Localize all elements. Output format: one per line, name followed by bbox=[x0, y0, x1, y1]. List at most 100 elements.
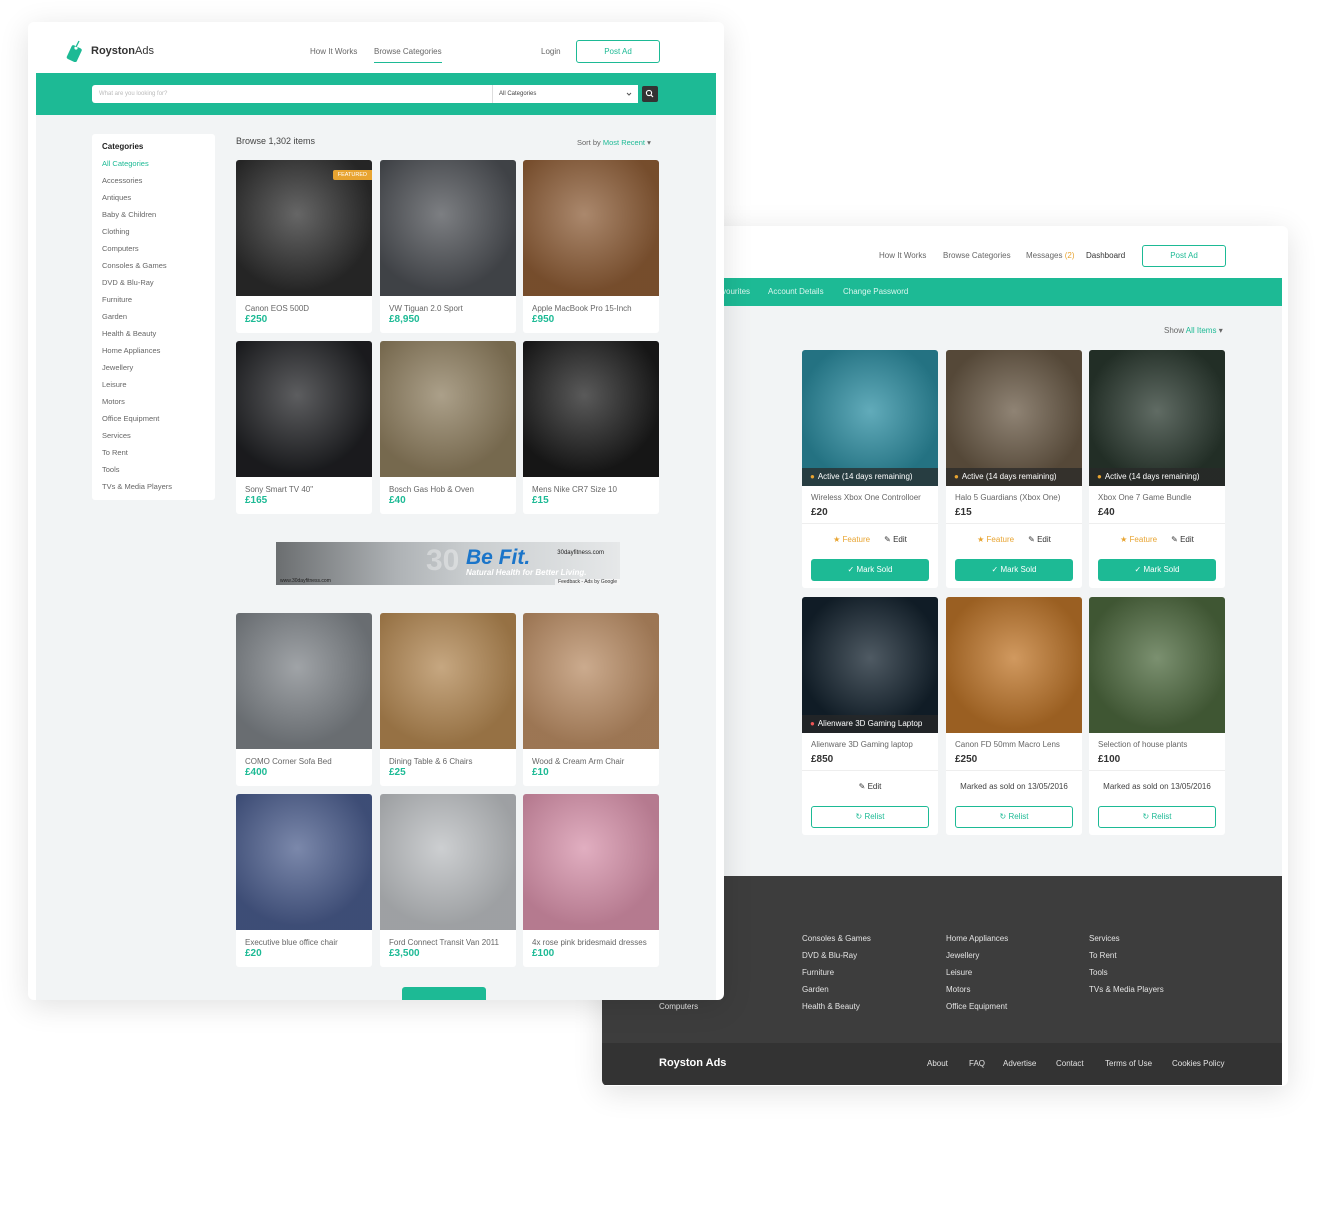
edit-link[interactable]: ✎ Edit bbox=[859, 782, 882, 791]
sort-dropdown[interactable]: Sort by Most Recent ▾ bbox=[577, 138, 651, 147]
my-ad-image[interactable]: ● Active (14 days remaining) bbox=[802, 350, 938, 486]
footer-category-link[interactable]: DVD & Blu-Ray bbox=[802, 951, 857, 960]
footer-category-link[interactable]: Home Appliances bbox=[946, 934, 1008, 943]
show-filter[interactable]: Show All Items ▾ bbox=[1164, 326, 1223, 335]
feature-link[interactable]: ★ Feature bbox=[833, 535, 870, 544]
footer-category-link[interactable]: To Rent bbox=[1089, 951, 1117, 960]
tab-account-details[interactable]: Account Details bbox=[768, 287, 824, 296]
listing-image[interactable] bbox=[380, 341, 516, 477]
listing-image[interactable] bbox=[523, 341, 659, 477]
footer-category-link[interactable]: Jewellery bbox=[946, 951, 979, 960]
subfooter-link[interactable]: About bbox=[927, 1059, 948, 1068]
listing-card[interactable]: Sony Smart TV 40" £165 bbox=[236, 341, 372, 514]
mark-sold-button[interactable]: ✓ Mark Sold bbox=[955, 559, 1073, 581]
listing-image[interactable] bbox=[380, 160, 516, 296]
my-ad-image[interactable]: ● Active (14 days remaining) bbox=[946, 350, 1082, 486]
relist-button[interactable]: ↻ Relist bbox=[811, 806, 929, 828]
nav-browse-categories[interactable]: Browse Categories bbox=[374, 47, 442, 63]
listing-card[interactable]: Dining Table & 6 Chairs £25 bbox=[380, 613, 516, 786]
category-item[interactable]: Health & Beauty bbox=[102, 329, 205, 346]
category-item[interactable]: Baby & Children bbox=[102, 210, 205, 227]
category-item[interactable]: TVs & Media Players bbox=[102, 482, 205, 499]
listing-image[interactable] bbox=[380, 794, 516, 930]
feature-link[interactable]: ★ Feature bbox=[1120, 535, 1157, 544]
footer-category-link[interactable]: Garden bbox=[802, 985, 829, 994]
footer-category-link[interactable]: Computers bbox=[659, 1002, 698, 1011]
relist-button[interactable]: ↻ Relist bbox=[955, 806, 1073, 828]
listing-image[interactable] bbox=[523, 613, 659, 749]
search-input[interactable]: What are you looking for? bbox=[92, 85, 492, 103]
nav-messages[interactable]: Messages (2) bbox=[1026, 251, 1074, 260]
footer-category-link[interactable]: Furniture bbox=[802, 968, 834, 977]
listing-card[interactable]: Executive blue office chair £20 bbox=[236, 794, 372, 967]
my-ad-image[interactable] bbox=[946, 597, 1082, 733]
category-item[interactable]: Tools bbox=[102, 465, 205, 482]
subfooter-link[interactable]: Advertise bbox=[1003, 1059, 1036, 1068]
category-item[interactable]: Clothing bbox=[102, 227, 205, 244]
listing-image[interactable] bbox=[236, 341, 372, 477]
search-button[interactable] bbox=[642, 86, 658, 102]
feature-link[interactable]: ★ Feature bbox=[977, 535, 1014, 544]
category-select[interactable]: All Categories bbox=[492, 85, 638, 103]
category-item[interactable]: Accessories bbox=[102, 176, 205, 193]
listing-card[interactable]: 4x rose pink bridesmaid dresses £100 bbox=[523, 794, 659, 967]
brand-logo-text[interactable]: RoystonAds bbox=[91, 45, 154, 57]
mark-sold-button[interactable]: ✓ Mark Sold bbox=[811, 559, 929, 581]
relist-button[interactable]: ↻ Relist bbox=[1098, 806, 1216, 828]
footer-category-link[interactable]: Health & Beauty bbox=[802, 1002, 860, 1011]
category-item[interactable]: Antiques bbox=[102, 193, 205, 210]
footer-category-link[interactable]: Leisure bbox=[946, 968, 972, 977]
nav-browse-categories[interactable]: Browse Categories bbox=[943, 251, 1011, 260]
nav-dashboard[interactable]: Dashboard bbox=[1086, 251, 1125, 260]
category-item[interactable]: Jewellery bbox=[102, 363, 205, 380]
load-more-button[interactable] bbox=[402, 987, 486, 1000]
listing-card[interactable]: Apple MacBook Pro 15-Inch £950 bbox=[523, 160, 659, 333]
my-ad-image[interactable]: ● Alienware 3D Gaming Laptop bbox=[802, 597, 938, 733]
edit-link[interactable]: ✎ Edit bbox=[1028, 535, 1051, 544]
footer-category-link[interactable]: TVs & Media Players bbox=[1089, 985, 1164, 994]
category-item[interactable]: Furniture bbox=[102, 295, 205, 312]
category-item[interactable]: To Rent bbox=[102, 448, 205, 465]
my-ad-image[interactable]: ● Active (14 days remaining) bbox=[1089, 350, 1225, 486]
tab-favourites[interactable]: vourites bbox=[722, 287, 750, 296]
listing-image[interactable] bbox=[380, 613, 516, 749]
category-item[interactable]: Services bbox=[102, 431, 205, 448]
listing-image[interactable] bbox=[236, 613, 372, 749]
my-ad-image[interactable] bbox=[1089, 597, 1225, 733]
footer-category-link[interactable]: Office Equipment bbox=[946, 1002, 1007, 1011]
subfooter-link[interactable]: FAQ bbox=[969, 1059, 985, 1068]
nav-how-it-works[interactable]: How It Works bbox=[879, 251, 926, 260]
post-ad-button[interactable]: Post Ad bbox=[1142, 245, 1226, 267]
category-item[interactable]: All Categories bbox=[102, 159, 205, 176]
nav-login[interactable]: Login bbox=[541, 47, 561, 56]
category-item[interactable]: Home Appliances bbox=[102, 346, 205, 363]
category-item[interactable]: Motors bbox=[102, 397, 205, 414]
mark-sold-button[interactable]: ✓ Mark Sold bbox=[1098, 559, 1216, 581]
footer-category-link[interactable]: Consoles & Games bbox=[802, 934, 871, 943]
listing-card[interactable]: Ford Connect Transit Van 2011 £3,500 bbox=[380, 794, 516, 967]
edit-link[interactable]: ✎ Edit bbox=[884, 535, 907, 544]
footer-category-link[interactable]: Services bbox=[1089, 934, 1120, 943]
category-item[interactable]: Consoles & Games bbox=[102, 261, 205, 278]
tab-change-password[interactable]: Change Password bbox=[843, 287, 908, 296]
listing-card[interactable]: COMO Corner Sofa Bed £400 bbox=[236, 613, 372, 786]
subfooter-link[interactable]: Cookies Policy bbox=[1172, 1059, 1224, 1068]
listing-image[interactable]: FEATURED bbox=[236, 160, 372, 296]
listing-card[interactable]: Mens Nike CR7 Size 10 £15 bbox=[523, 341, 659, 514]
category-item[interactable]: Office Equipment bbox=[102, 414, 205, 431]
post-ad-button[interactable]: Post Ad bbox=[576, 40, 660, 63]
edit-link[interactable]: ✎ Edit bbox=[1171, 535, 1194, 544]
nav-how-it-works[interactable]: How It Works bbox=[310, 47, 357, 56]
subfooter-link[interactable]: Contact bbox=[1056, 1059, 1084, 1068]
category-item[interactable]: Computers bbox=[102, 244, 205, 261]
listing-image[interactable] bbox=[523, 794, 659, 930]
category-item[interactable]: Leisure bbox=[102, 380, 205, 397]
listing-card[interactable]: Bosch Gas Hob & Oven £40 bbox=[380, 341, 516, 514]
subfooter-link[interactable]: Terms of Use bbox=[1105, 1059, 1152, 1068]
footer-category-link[interactable]: Motors bbox=[946, 985, 970, 994]
footer-category-link[interactable]: Tools bbox=[1089, 968, 1108, 977]
listing-card[interactable]: VW Tiguan 2.0 Sport £8,950 bbox=[380, 160, 516, 333]
category-item[interactable]: Garden bbox=[102, 312, 205, 329]
listing-card[interactable]: FEATURED Canon EOS 500D £250 bbox=[236, 160, 372, 333]
listing-image[interactable] bbox=[523, 160, 659, 296]
